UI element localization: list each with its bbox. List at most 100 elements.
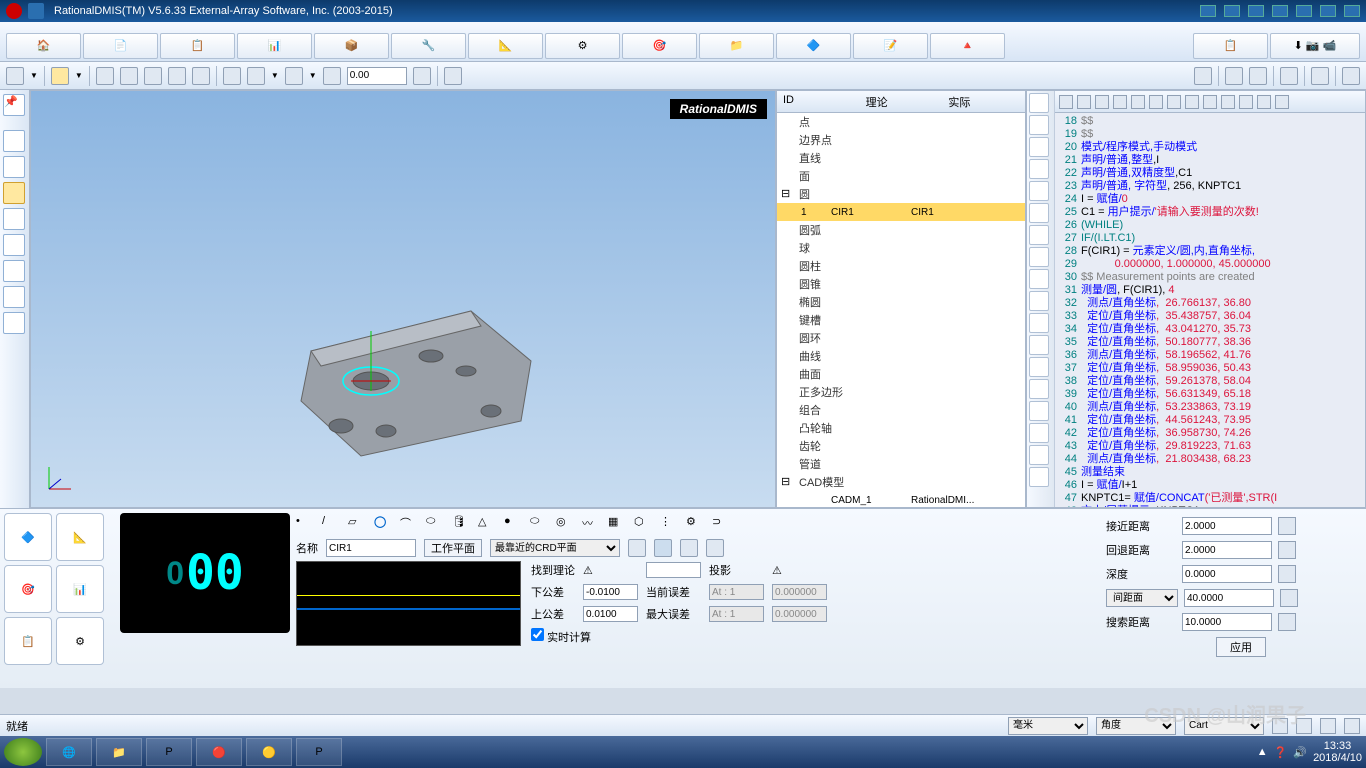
minimize-icon[interactable] [1296,5,1312,17]
tree-item[interactable]: 边界点 [777,131,1025,149]
task-rdmis[interactable]: 🔴 [196,738,242,766]
report-mode-icon[interactable]: 📋 [4,617,52,665]
cp-tool-icon[interactable] [1029,401,1049,421]
torus-icon[interactable]: ◎ [556,515,574,533]
cp-tool-icon[interactable] [1029,467,1049,487]
edge-select-icon[interactable] [3,182,25,204]
ribbon-tab[interactable]: 🔧 [391,33,466,59]
cp-open-icon[interactable] [1077,95,1091,109]
home-icon[interactable] [6,67,24,85]
upper-tol-input[interactable] [583,606,638,622]
polygon-icon[interactable]: ⬡ [634,515,652,533]
spacing-select[interactable]: 间距面 [1106,589,1178,607]
cp-tool-icon[interactable] [1029,423,1049,443]
opt-icon[interactable] [706,539,724,557]
tray-icon[interactable]: ❓ [1274,746,1288,759]
workplane-button[interactable]: 工作平面 [424,539,482,557]
face-select-icon[interactable] [3,156,25,178]
cp-find-icon[interactable] [1203,95,1217,109]
start-button[interactable] [4,738,42,766]
refresh-icon[interactable] [96,67,114,85]
var-icon[interactable] [1342,67,1360,85]
tree-item[interactable]: 圆锥 [777,275,1025,293]
sb-icon[interactable] [1320,718,1336,734]
task-explorer[interactable]: 📁 [96,738,142,766]
tree-item[interactable]: 齿轮 [777,437,1025,455]
tree-item[interactable]: 球 [777,239,1025,257]
clip-icon[interactable] [323,67,341,85]
sys-icon[interactable] [1200,5,1216,17]
depth-input[interactable] [1182,565,1272,583]
task-ppt[interactable]: P [296,738,342,766]
tube-icon[interactable]: ⊃ [712,515,730,533]
tray-time[interactable]: 13:33 [1313,740,1362,752]
clear-icon[interactable] [3,312,25,334]
plane-icon[interactable]: ▱ [348,515,366,533]
sb-icon[interactable] [1344,718,1360,734]
cp-tool-icon[interactable] [1029,115,1049,135]
ribbon-tab[interactable]: 🔺 [930,33,1005,59]
crd-select[interactable]: 最靠近的CRD平面 [490,539,620,557]
cp-tool-icon[interactable] [1029,357,1049,377]
tree-item[interactable]: 键槽 [777,311,1025,329]
spacing-icon[interactable] [1280,589,1298,607]
retract-icon[interactable] [1278,541,1296,559]
retract-input[interactable] [1182,541,1272,559]
cp-tool-icon[interactable] [1029,269,1049,289]
zoom-icon[interactable] [120,67,138,85]
line-icon[interactable]: / [322,515,340,533]
sys-icon[interactable] [1272,5,1288,17]
sys-icon[interactable] [1224,5,1240,17]
cp-tool-icon[interactable] [1029,225,1049,245]
ribbon-tab[interactable]: 📁 [699,33,774,59]
pattern-icon[interactable]: ⋮ [660,515,678,533]
tree-item[interactable]: 直线 [777,149,1025,167]
cp-tool-icon[interactable] [1029,379,1049,399]
crd-mode-icon[interactable]: 📊 [56,565,104,613]
lasso-select-icon[interactable] [3,260,25,282]
tree-item[interactable]: 点 [777,113,1025,131]
ribbon-tab[interactable]: 🎯 [622,33,697,59]
ribbon-tab[interactable]: 🔷 [776,33,851,59]
unit-select[interactable]: 毫米 [1008,717,1088,735]
pin-icon[interactable]: 📌 [3,94,25,116]
cylinder-icon[interactable]: 🛢 [452,515,470,533]
point-icon[interactable]: • [296,515,314,533]
ribbon-tab[interactable]: 🏠 [6,33,81,59]
tree-item[interactable]: 圆环 [777,329,1025,347]
measure-icon[interactable] [444,67,462,85]
view-icon[interactable] [247,67,265,85]
tree-child[interactable]: 1CIR1CIR1 [777,203,1025,221]
search-icon[interactable] [1278,613,1296,631]
ellipse-icon[interactable]: ⬭ [426,515,444,533]
cp-paste-icon[interactable] [1149,95,1163,109]
spacing-input[interactable] [1184,589,1274,607]
help-icon[interactable] [28,3,44,19]
sys-icon[interactable] [1248,5,1264,17]
task-app2[interactable]: 🟡 [246,738,292,766]
gear-icon[interactable]: ⚙ [686,515,704,533]
tree-item[interactable]: 圆弧 [777,221,1025,239]
ribbon-tab[interactable]: 📄 [83,33,158,59]
cp-undo-icon[interactable] [1167,95,1181,109]
cp-tool-icon[interactable] [1029,93,1049,113]
opt-icon[interactable] [628,539,646,557]
cp-tool-icon[interactable] [1029,203,1049,223]
approach-icon[interactable] [1278,517,1296,535]
ribbon-tab[interactable]: 📐 [468,33,543,59]
maximize-icon[interactable] [1320,5,1336,17]
cp-tool-icon[interactable] [1029,247,1049,267]
ribbon-tab[interactable]: 📋 [160,33,235,59]
cad-icon[interactable] [168,67,186,85]
filter-icon[interactable] [3,286,25,308]
cp-tool-icon[interactable] [1029,291,1049,311]
task-app[interactable]: P [146,738,192,766]
multi-select-icon[interactable] [3,208,25,230]
tree-item[interactable]: 曲面 [777,365,1025,383]
shade-icon[interactable] [285,67,303,85]
cp-step-icon[interactable] [1257,95,1271,109]
cp-save-icon[interactable] [1095,95,1109,109]
cp-run-icon[interactable] [1221,95,1235,109]
tolerance-mode-icon[interactable]: 📐 [56,513,104,561]
tree-item[interactable]: 椭圆 [777,293,1025,311]
